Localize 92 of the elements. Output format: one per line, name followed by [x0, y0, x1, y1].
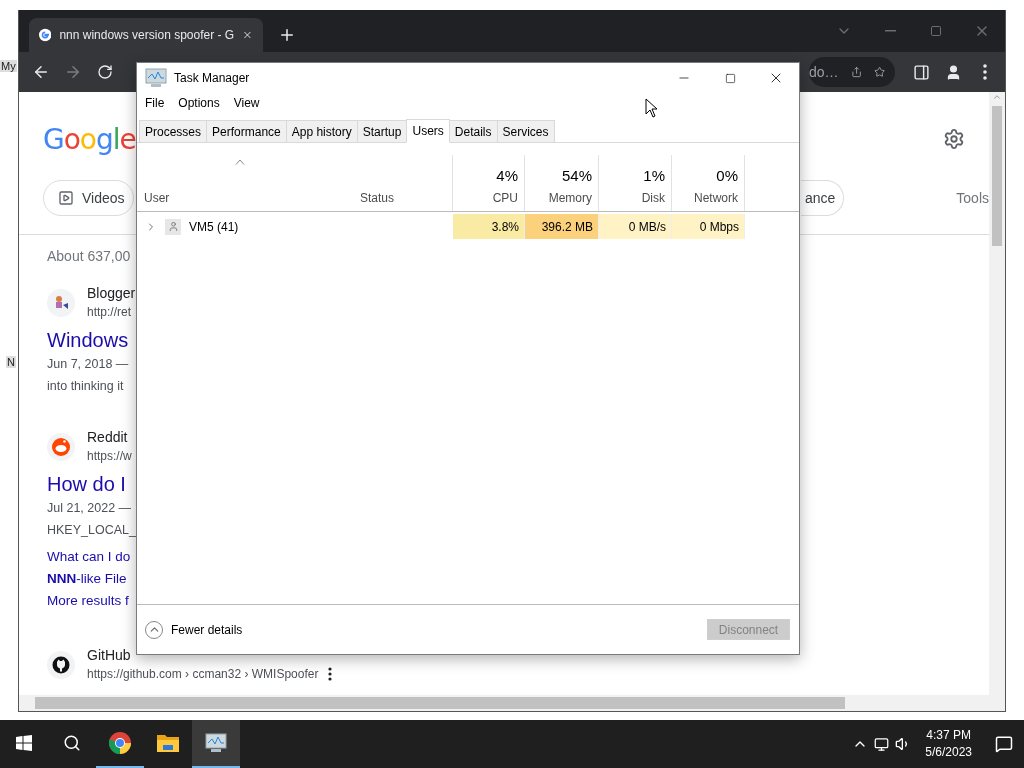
- column-header[interactable]: User: [137, 155, 353, 211]
- desktop-icon-label: My: [0, 60, 17, 72]
- menu-item[interactable]: File: [138, 96, 172, 110]
- menu-item[interactable]: Options: [171, 96, 227, 110]
- maximize-icon: [724, 72, 736, 84]
- tab[interactable]: Services: [496, 120, 555, 142]
- settings-icon[interactable]: [943, 128, 965, 150]
- tab[interactable]: Processes: [139, 120, 208, 142]
- plus-icon: [278, 26, 296, 44]
- side-panel-icon: [912, 63, 930, 81]
- share-icon[interactable]: [850, 64, 862, 80]
- reddit-favicon-icon: [47, 432, 75, 461]
- result-snippet: HKEY_LOCAL_: [47, 522, 136, 539]
- desktop-icon-label: N: [6, 356, 16, 368]
- column-label: User: [144, 190, 170, 206]
- minimize-icon: [884, 30, 896, 32]
- result-snippet: into thinking it: [47, 378, 124, 395]
- column-label: Network: [694, 190, 738, 206]
- table-cell: 0 MB/s: [599, 214, 672, 239]
- column-total: 0%: [716, 166, 738, 186]
- vertical-scrollbar[interactable]: [989, 92, 1005, 695]
- notification-icon[interactable]: [995, 735, 1013, 753]
- blogger-favicon-icon: [47, 288, 75, 317]
- user-name: VM5 (41): [189, 219, 239, 234]
- tab[interactable]: App history: [285, 120, 358, 142]
- result-snippet: Jun 7, 2018 —: [47, 356, 129, 373]
- result-source: Blogger: [87, 284, 136, 303]
- menu-icon: [983, 64, 987, 80]
- column-header[interactable]: 4% CPU: [453, 155, 525, 211]
- result-source: GitHub: [87, 646, 132, 665]
- address-text: do…: [809, 64, 839, 80]
- column-total: 54%: [561, 166, 592, 186]
- tab[interactable]: Startup: [356, 120, 408, 142]
- google-logo: Google: [43, 122, 136, 156]
- folder-icon: [156, 732, 180, 754]
- result-snippet: Jul 21, 2022 —: [47, 500, 132, 517]
- column-header[interactable]: 1% Disk: [599, 155, 672, 211]
- network-icon[interactable]: [874, 736, 890, 752]
- windows-logo-icon: [16, 735, 32, 751]
- table-cell: 396.2 MB: [525, 214, 599, 239]
- column-header[interactable]: Status: [353, 155, 453, 211]
- result-sublink[interactable]: NNN-like File: [47, 568, 127, 590]
- maximize-icon: [930, 25, 942, 37]
- result-title-link[interactable]: How do I: [47, 471, 126, 497]
- table-cell: 3.8%: [453, 214, 525, 239]
- more-options-icon[interactable]: [328, 667, 333, 681]
- browser-tab[interactable]: nnn windows version spoofer - G: [29, 18, 263, 52]
- user-icon: [165, 218, 181, 235]
- github-favicon-icon: [47, 650, 75, 679]
- address-bar[interactable]: do…: [809, 57, 895, 87]
- result-title-link[interactable]: Windows: [47, 327, 129, 353]
- result-url: http://ret: [87, 304, 132, 321]
- column-label: CPU: [492, 190, 518, 206]
- column-label: Status: [360, 190, 395, 206]
- taskbar-app[interactable]: [192, 720, 240, 768]
- column-label: Memory: [548, 190, 592, 206]
- tab-title: nnn windows version spoofer - G: [59, 28, 235, 42]
- tools-link[interactable]: Tools: [956, 190, 989, 206]
- column-total: 4%: [496, 166, 518, 186]
- clock[interactable]: 4:37 PM 5/6/2023: [925, 727, 972, 761]
- mouse-pointer-icon: [645, 98, 658, 118]
- result-url: https://w: [87, 448, 132, 465]
- result-source: Reddit: [87, 428, 129, 447]
- chrome-icon: [108, 731, 132, 755]
- column-header[interactable]: 0% Network: [672, 155, 745, 211]
- horizontal-scrollbar[interactable]: [19, 695, 1005, 711]
- table-cell: 0 Mbps: [672, 214, 745, 239]
- reload-icon: [97, 64, 113, 80]
- fewer-details-link[interactable]: Fewer details: [171, 622, 243, 637]
- column-header[interactable]: 54% Memory: [525, 155, 599, 211]
- forward-arrow-icon: [64, 63, 82, 81]
- column-label: Disk: [641, 190, 665, 206]
- clock-time: 4:37 PM: [926, 727, 971, 744]
- clock-date: 5/6/2023: [925, 744, 972, 761]
- tab[interactable]: Performance: [206, 120, 287, 142]
- result-sublink[interactable]: More results f: [47, 590, 129, 612]
- task-manager-icon: [144, 67, 168, 89]
- column-total: 1%: [643, 166, 665, 186]
- window-title: Task Manager: [174, 71, 250, 85]
- result-stats: About 637,00: [47, 247, 132, 266]
- search-icon: [63, 734, 81, 752]
- star-icon[interactable]: [873, 64, 885, 80]
- scrollbar-thumb[interactable]: [992, 106, 1002, 246]
- result-url: https://github.com › ccman32 › WMISpoofer: [87, 666, 319, 683]
- menu-item[interactable]: View: [226, 96, 267, 110]
- task-manager-icon: [204, 732, 228, 754]
- tab[interactable]: Users: [406, 119, 450, 143]
- tab[interactable]: Details: [448, 120, 498, 142]
- video-icon: [58, 190, 74, 206]
- result-sublink[interactable]: What can I do: [47, 546, 131, 568]
- google-icon: [39, 27, 52, 43]
- scrollbar-thumb[interactable]: [35, 697, 845, 709]
